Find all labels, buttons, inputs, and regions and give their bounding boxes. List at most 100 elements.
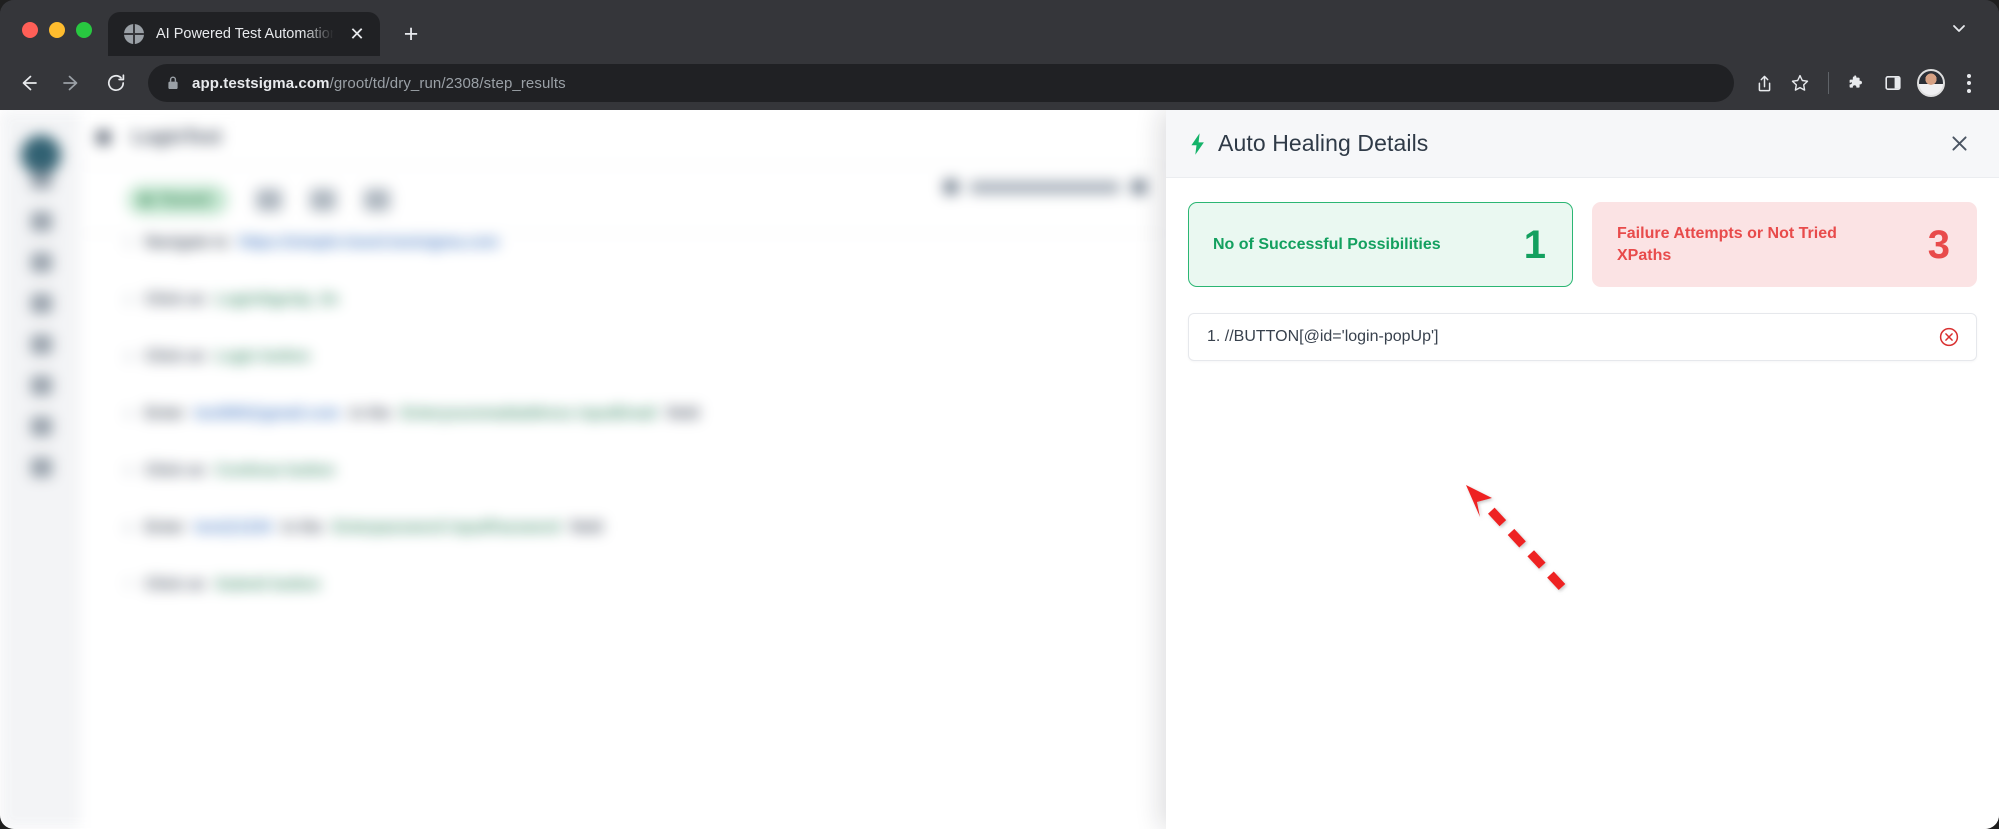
- lock-icon: [166, 75, 180, 91]
- dimmed-app-background: LoginTest Passed 1 Navigate to https://s…: [0, 110, 1166, 829]
- sidebar-item-2[interactable]: [31, 212, 52, 231]
- star-icon[interactable]: [1784, 67, 1816, 99]
- avatar[interactable]: [1917, 69, 1945, 97]
- new-tab-button[interactable]: +: [394, 17, 428, 51]
- reload-button[interactable]: [96, 63, 136, 103]
- sidebar-item-5[interactable]: [31, 335, 52, 354]
- side-panel-icon[interactable]: [1877, 67, 1909, 99]
- close-window-button[interactable]: [22, 22, 38, 38]
- status-badge: Passed: [127, 184, 228, 215]
- test-step-index: 6: [125, 520, 133, 535]
- forward-button[interactable]: [52, 63, 92, 103]
- test-step-row[interactable]: 7 Click on Submit button: [79, 576, 1166, 633]
- sidebar-item-8[interactable]: [31, 458, 52, 477]
- summary-cards: No of Successful Possibilities 1 Failure…: [1188, 202, 1977, 287]
- url-path: /groot/td/dry_run/2308/step_results: [329, 74, 566, 92]
- address-bar[interactable]: app.testsigma.com/groot/td/dry_run/2308/…: [148, 64, 1734, 102]
- remove-xpath-icon[interactable]: [1938, 326, 1960, 348]
- test-step-index: 2: [125, 292, 133, 307]
- sidebar-item-7[interactable]: [31, 417, 52, 436]
- app-back-icon[interactable]: [97, 131, 110, 144]
- browser-tab-active[interactable]: AI Powered Test Automation Pla ✕: [108, 12, 380, 56]
- test-step-segment-plain: Click on: [145, 576, 206, 593]
- close-icon[interactable]: [1945, 130, 1973, 158]
- toolbar-divider: [1828, 72, 1829, 94]
- browser-window: AI Powered Test Automation Pla ✕ +: [0, 0, 1999, 829]
- tab-strip: AI Powered Test Automation Pla ✕ +: [0, 0, 1999, 56]
- sidebar-item-6[interactable]: [31, 376, 52, 395]
- chevron-down-icon[interactable]: [1941, 10, 1977, 46]
- test-step-row[interactable]: 4 Enter test500@gmail.com in the Enteryourem…: [79, 405, 1166, 462]
- test-step-segment-elem[interactable]: LoginSignUp_lin: [215, 291, 338, 309]
- url-domain: app.testsigma.com: [192, 74, 330, 92]
- sidebar-divider: [16, 241, 64, 242]
- test-step-row[interactable]: 5 Click on Continue button: [79, 462, 1166, 519]
- run-timestamp: [970, 181, 1120, 193]
- test-step-index: 7: [125, 577, 133, 592]
- run-status-bar: Passed: [79, 166, 1166, 234]
- test-step-row[interactable]: 2 Click on LoginSignUp_lin: [79, 291, 1166, 348]
- test-step-segment-plain: in the: [281, 519, 324, 536]
- lightning-bolt-icon: [1188, 132, 1208, 156]
- sidebar-item-1[interactable]: [31, 170, 52, 189]
- test-step-segment-plain: Click on: [145, 291, 206, 308]
- toolbar-icon-3[interactable]: [363, 188, 390, 211]
- status-dot-icon: [141, 194, 151, 205]
- sidebar-workspace-avatar[interactable]: [21, 135, 61, 175]
- back-button[interactable]: [8, 63, 48, 103]
- test-step-segment-plain: in the: [349, 405, 392, 422]
- maximize-window-button[interactable]: [76, 22, 92, 38]
- run-meta: [944, 180, 1146, 194]
- page-viewport: LoginTest Passed 1 Navigate to https://s…: [0, 110, 1999, 829]
- test-step-segment-link[interactable]: test@1234: [195, 519, 272, 537]
- app-main: LoginTest Passed 1 Navigate to https://s…: [79, 110, 1166, 829]
- test-step-segment-elem[interactable]: Submit button: [215, 576, 320, 594]
- sidebar-item-3[interactable]: [31, 253, 52, 272]
- test-step-row[interactable]: 3 Click on Login button: [79, 348, 1166, 405]
- successful-possibilities-value: 1: [1523, 222, 1546, 267]
- meta-icon-1: [944, 180, 958, 194]
- sidebar-item-4[interactable]: [31, 294, 52, 313]
- panel-header: Auto Healing Details: [1166, 110, 1999, 178]
- test-step-segment-elem[interactable]: Enterpassword inputPassword: [333, 519, 560, 537]
- test-step-index: 4: [125, 406, 133, 421]
- browser-toolbar: app.testsigma.com/groot/td/dry_run/2308/…: [0, 56, 1999, 110]
- globe-icon: [124, 24, 144, 44]
- test-step-row[interactable]: 1 Navigate to https://simple-travel.testsi…: [79, 234, 1166, 291]
- test-step-segment-elem[interactable]: Login button: [215, 348, 310, 366]
- test-step-index: 1: [125, 235, 133, 250]
- failure-attempts-value: 3: [1927, 222, 1950, 267]
- puzzle-piece-icon[interactable]: [1841, 67, 1873, 99]
- test-step-index: 3: [125, 349, 133, 364]
- successful-possibilities-label: No of Successful Possibilities: [1213, 235, 1441, 253]
- app-sidebar: [0, 110, 79, 829]
- test-step-segment-plain: field: [570, 519, 603, 536]
- successful-possibilities-card: No of Successful Possibilities 1: [1188, 202, 1573, 287]
- failure-attempts-card: Failure Attempts or Not Tried XPaths 3: [1592, 202, 1977, 287]
- test-step-segment-elem[interactable]: Enteryouremailaddress inputEmail: [401, 405, 657, 423]
- tab-title: AI Powered Test Automation Pla: [156, 26, 334, 42]
- test-step-segment-link[interactable]: test500@gmail.com: [195, 405, 340, 423]
- app-topbar: LoginTest: [79, 110, 1166, 166]
- test-step-list: 1 Navigate to https://simple-travel.testsi…: [79, 234, 1166, 829]
- test-step-segment-plain: Navigate to: [145, 234, 229, 251]
- xpath-row[interactable]: 1. //BUTTON[@id='login-popUp']: [1188, 313, 1977, 361]
- tab-close-icon[interactable]: ✕: [346, 23, 368, 45]
- toolbar-icon-1[interactable]: [255, 188, 282, 211]
- status-badge-label: Passed: [159, 191, 210, 208]
- panel-body: No of Successful Possibilities 1 Failure…: [1166, 178, 1999, 361]
- xpath-list: 1. //BUTTON[@id='login-popUp']: [1188, 313, 1977, 361]
- test-step-segment-plain: Click on: [145, 348, 206, 365]
- auto-healing-details-panel: Auto Healing Details No of Successful Po…: [1166, 110, 1999, 829]
- test-step-row[interactable]: 6 Enter test@1234 in the Enterpassword input…: [79, 519, 1166, 576]
- test-step-segment-elem[interactable]: Continue button: [215, 462, 335, 480]
- xpath-text: 1. //BUTTON[@id='login-popUp']: [1207, 328, 1439, 345]
- three-dot-menu-icon[interactable]: [1953, 67, 1985, 99]
- minimize-window-button[interactable]: [49, 22, 65, 38]
- test-step-segment-plain: Enter: [145, 519, 185, 536]
- share-icon[interactable]: [1748, 67, 1780, 99]
- test-step-segment-link[interactable]: https://simple-travel.testsigma.com: [239, 234, 499, 252]
- toolbar-icon-2[interactable]: [309, 188, 336, 211]
- test-step-segment-plain: Enter: [145, 405, 185, 422]
- test-step-segment-plain: field: [667, 405, 699, 422]
